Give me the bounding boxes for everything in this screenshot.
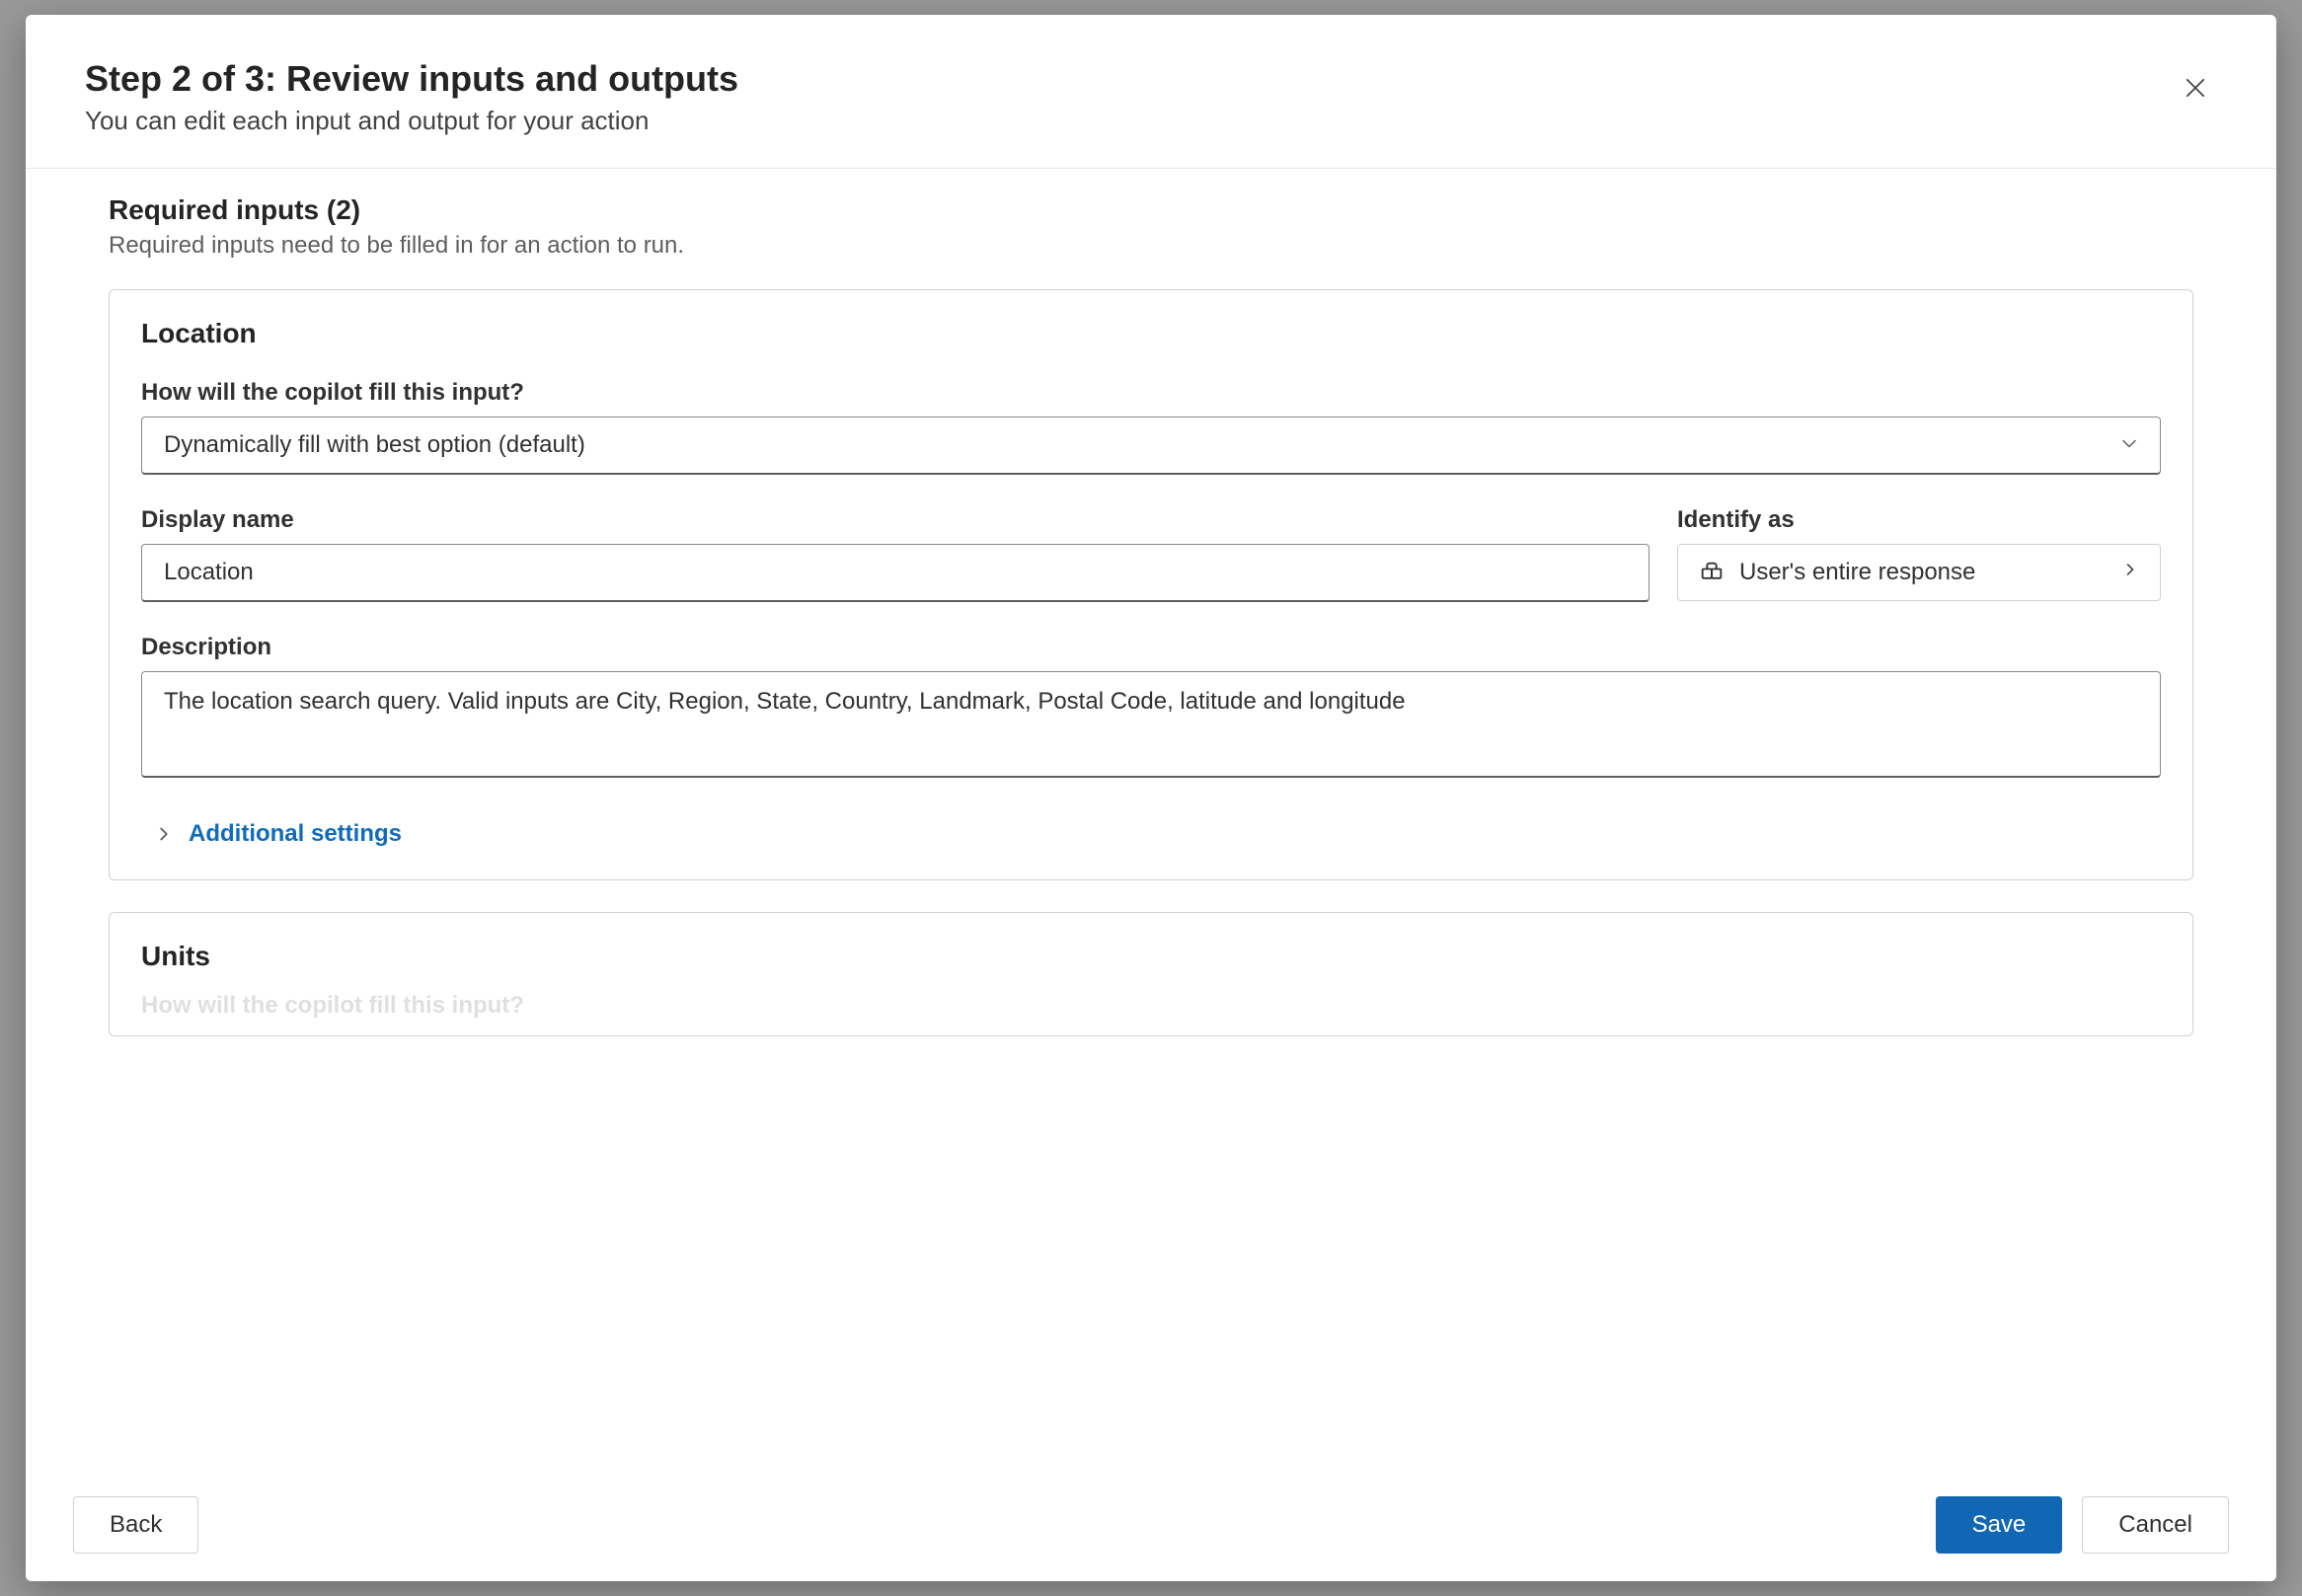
description-group: Description	[141, 634, 2161, 783]
modal-backdrop: Step 2 of 3: Review inputs and outputs Y…	[0, 0, 2302, 1596]
modal-dialog: Step 2 of 3: Review inputs and outputs Y…	[26, 15, 2276, 1581]
cancel-button[interactable]: Cancel	[2082, 1496, 2229, 1554]
section-header: Required inputs (2) Required inputs need…	[109, 194, 2193, 260]
identify-label: Identify as	[1677, 506, 2161, 534]
card-title: Units	[141, 941, 2161, 972]
save-button[interactable]: Save	[1936, 1496, 2063, 1554]
input-card-units: Units How will the copilot fill this inp…	[109, 912, 2193, 1036]
identify-value: User's entire response	[1739, 559, 1975, 586]
fill-method-label: How will the copilot fill this input?	[141, 379, 2161, 407]
identify-column: Identify as User's entire response	[1677, 506, 2161, 601]
modal-title: Step 2 of 3: Review inputs and outputs	[85, 58, 738, 100]
fill-method-select[interactable]: Dynamically fill with best option (defau…	[141, 417, 2161, 475]
additional-settings-toggle[interactable]: Additional settings	[153, 820, 402, 848]
modal-header-text: Step 2 of 3: Review inputs and outputs Y…	[85, 58, 738, 136]
display-name-input[interactable]	[141, 544, 1650, 602]
chevron-right-icon	[153, 823, 175, 845]
modal-body: Required inputs (2) Required inputs need…	[26, 169, 2276, 1468]
description-input[interactable]	[141, 671, 2161, 778]
modal-footer: Back Save Cancel	[26, 1468, 2276, 1581]
close-button[interactable]	[2174, 66, 2217, 110]
entity-icon	[1698, 559, 1726, 586]
close-icon	[2182, 74, 2209, 102]
footer-right-buttons: Save Cancel	[1936, 1496, 2229, 1554]
card-title: Location	[141, 318, 2161, 349]
display-name-column: Display name	[141, 506, 1650, 602]
fill-method-label: How will the copilot fill this input?	[141, 992, 2161, 1020]
modal-header: Step 2 of 3: Review inputs and outputs Y…	[26, 15, 2276, 169]
description-label: Description	[141, 634, 2161, 661]
display-identify-row: Display name Identify as	[141, 506, 2161, 602]
input-card-location: Location How will the copilot fill this …	[109, 289, 2193, 880]
display-name-label: Display name	[141, 506, 1650, 534]
modal-subtitle: You can edit each input and output for y…	[85, 106, 738, 136]
fill-method-select-wrapper: Dynamically fill with best option (defau…	[141, 417, 2161, 475]
section-subtitle: Required inputs need to be filled in for…	[109, 232, 2193, 260]
additional-settings-label: Additional settings	[189, 820, 402, 848]
identify-as-button[interactable]: User's entire response	[1677, 544, 2161, 601]
section-title: Required inputs (2)	[109, 194, 2193, 226]
chevron-right-icon	[2120, 559, 2140, 586]
back-button[interactable]: Back	[73, 1496, 198, 1554]
fill-method-value: Dynamically fill with best option (defau…	[164, 431, 585, 458]
